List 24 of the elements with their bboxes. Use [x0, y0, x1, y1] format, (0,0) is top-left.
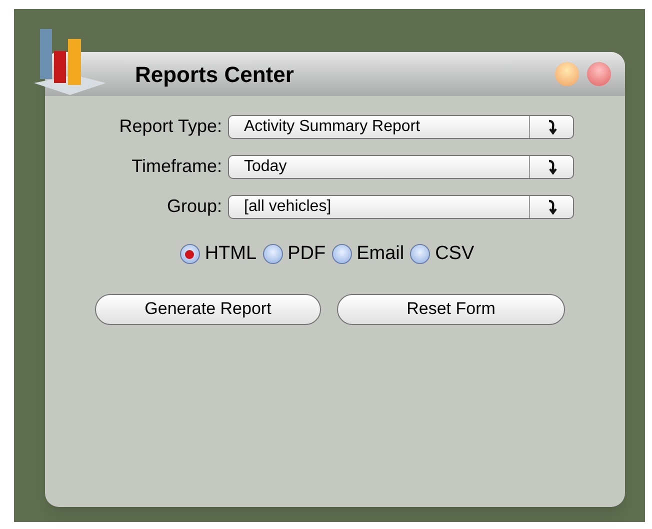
action-button[interactable]: Generate Report	[95, 294, 321, 324]
radio-button[interactable]	[332, 244, 352, 264]
close-button[interactable]	[587, 62, 611, 86]
dropdown[interactable]: Today	[228, 154, 574, 178]
radio-button[interactable]	[262, 244, 283, 264]
field-label: Group:	[166, 195, 223, 218]
dropdown-value: Today	[243, 156, 288, 176]
curved-arrow-icon	[546, 158, 556, 174]
curved-arrow-icon	[546, 198, 556, 214]
radio-button[interactable]	[180, 244, 200, 264]
radio-option[interactable]: HTML	[180, 240, 257, 268]
radio-button[interactable]	[410, 244, 430, 264]
dropdown-value: [all vehicles]	[243, 196, 332, 216]
dropdown[interactable]: Activity Summary Report	[228, 114, 574, 138]
radio-option[interactable]: Email	[332, 240, 404, 268]
radio-option[interactable]: PDF	[262, 240, 326, 268]
window-title: Reports Center	[135, 60, 294, 89]
curved-arrow-icon	[546, 118, 556, 134]
dropdown[interactable]: [all vehicles]	[228, 194, 574, 218]
radio-option[interactable]: CSV	[410, 240, 474, 268]
action-button[interactable]: Reset Form	[337, 294, 565, 324]
field-label: Timeframe:	[130, 155, 223, 178]
field-label: Report Type:	[118, 115, 223, 138]
dropdown-value: Activity Summary Report	[243, 116, 422, 136]
